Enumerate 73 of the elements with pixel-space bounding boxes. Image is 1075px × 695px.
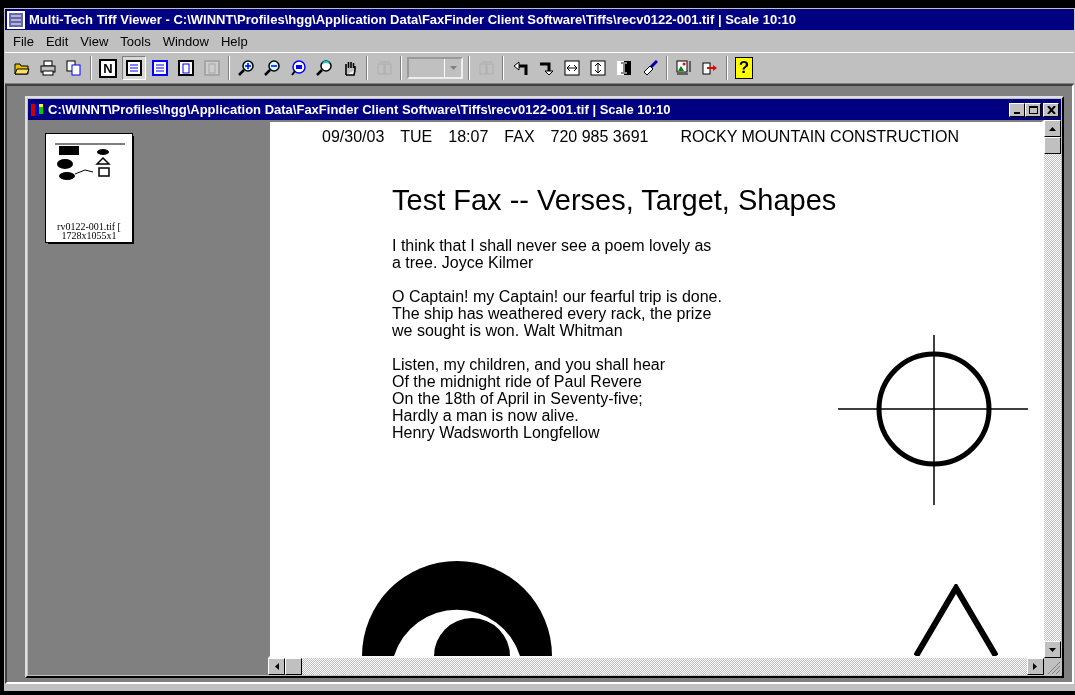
- maximize-icon: [1028, 105, 1038, 114]
- zoom-in-icon: [238, 60, 254, 76]
- minimize-button[interactable]: [1009, 102, 1025, 117]
- scroll-down-button[interactable]: [1044, 641, 1061, 658]
- image-icon: [676, 60, 692, 76]
- page-thumbnail[interactable]: rv0122-001.tif [ 1728x1055x1: [46, 134, 132, 242]
- arrow-icon: [538, 60, 554, 76]
- printer-icon: [40, 60, 56, 76]
- verse-line: I think that I shall never see a poem lovely as: [392, 237, 713, 254]
- scroll-right-button[interactable]: [1027, 658, 1044, 675]
- page-view-icon: [152, 60, 168, 76]
- scroll-left-button[interactable]: [268, 658, 285, 675]
- invert-icon: [616, 60, 632, 76]
- menu-item[interactable]: Tools: [114, 33, 157, 49]
- close-icon: [1046, 105, 1056, 114]
- verse-line: O Captain! my Captain! our fearful trip is done.: [392, 288, 723, 305]
- scroll-thumb[interactable]: [1044, 137, 1061, 154]
- vertical-scrollbar[interactable]: [1044, 120, 1061, 658]
- window-title: Multi-Tech Tiff Viewer - C:\WINNT\Profiles\hgg\Application Data\FaxFinder Client Software\Tiffs\recv0122-001.tif | Scale 10:10: [29, 12, 797, 27]
- resize-grip-icon[interactable]: [1044, 658, 1061, 675]
- close-button[interactable]: [1043, 102, 1059, 117]
- menu-item[interactable]: File: [7, 33, 40, 49]
- page-view-icon: [126, 60, 142, 76]
- verse-line: Of the midnight ride of Paul Revere: [392, 373, 643, 390]
- arrow-icon: [1032, 663, 1039, 670]
- app-logo-icon: [7, 10, 25, 29]
- zoom-icon: [290, 60, 306, 76]
- page-view-icon: [178, 60, 194, 76]
- horizontal-scrollbar[interactable]: [268, 658, 1044, 675]
- menu-item[interactable]: Help: [214, 33, 254, 49]
- verse-line: On the 18th of April in Seventy-five;: [392, 390, 644, 407]
- menu-item[interactable]: Edit: [39, 33, 75, 49]
- exit-icon: [702, 60, 718, 76]
- toolbar-button[interactable]: N: [96, 56, 120, 80]
- magnifier-icon: [316, 60, 332, 76]
- page-view-icon: [204, 60, 220, 76]
- fax-header-text: 09/30/03: [322, 128, 385, 146]
- verse-line: Hardly a man is now alive.: [392, 407, 580, 424]
- fit-height-icon: [590, 60, 606, 76]
- verse-line: we sought is won. Walt Whitman: [392, 322, 624, 339]
- menu-item[interactable]: Window: [156, 33, 215, 49]
- arrow-icon: [1049, 125, 1056, 132]
- fax-header-text: TUE: [400, 128, 433, 146]
- brush-icon: [642, 60, 658, 76]
- fax-header-text: ROCKY MOUNTAIN CONSTRUCTION: [680, 128, 959, 146]
- window-title: C:\WINNT\Profiles\hgg\Application Data\FaxFinder Client Software\Tiffs\recv0122-001.tif | Scale 10:10: [48, 102, 672, 117]
- verse-line: Henry Wadsworth Longfellow: [392, 424, 601, 441]
- verse-line: a tree. Joyce Kilmer: [392, 254, 535, 271]
- verse-line: Listen, my children, and you shall hear: [392, 356, 667, 373]
- fit-width-icon: [564, 60, 580, 76]
- zoom-out-icon: [264, 60, 280, 76]
- arrow-icon: [273, 663, 280, 670]
- arrow-icon: [512, 60, 528, 76]
- verse-line: The ship has weathered every rack, the prize: [392, 305, 713, 322]
- thumbnail-dimensions: 1728x1055x1: [60, 231, 118, 240]
- fax-title: Test Fax -- Verses, Target, Shapes: [392, 184, 838, 217]
- document-icon: [30, 102, 44, 117]
- page-view-button[interactable]: [122, 56, 146, 80]
- scroll-thumb[interactable]: [285, 658, 302, 675]
- copy-icon: [66, 60, 82, 76]
- hand-icon: [342, 60, 358, 76]
- thumbnail-filename: rv0122-001.tif [: [57, 222, 121, 231]
- minimize-icon: [1014, 111, 1020, 114]
- maximize-button[interactable]: [1025, 102, 1041, 117]
- folder-icon: [14, 60, 30, 76]
- fax-header-text: 18:07: [448, 128, 489, 146]
- menu-item[interactable]: View: [74, 33, 115, 49]
- fax-header-text: FAX: [504, 128, 535, 146]
- scroll-up-button[interactable]: [1044, 120, 1061, 137]
- toolbar-button[interactable]: ?: [732, 56, 756, 80]
- caret-icon: [449, 66, 457, 70]
- arrow-icon: [1049, 646, 1056, 653]
- fax-header-text: 720 985 3691: [550, 128, 649, 146]
